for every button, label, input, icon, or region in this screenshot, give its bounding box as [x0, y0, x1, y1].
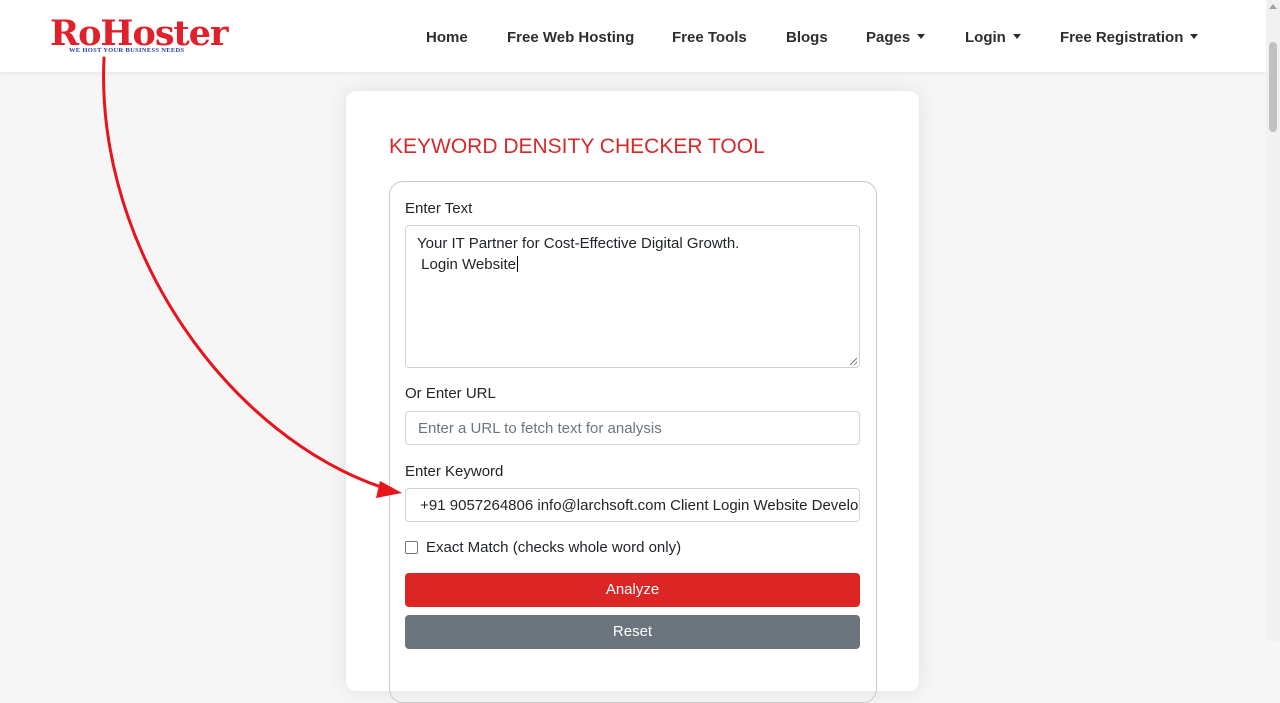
keyword-value: +91 9057264806 info@larchsoft.com Client… [416, 497, 860, 514]
scroll-up-arrow-icon[interactable] [1269, 4, 1277, 9]
nav-free-registration-dropdown[interactable]: Free Registration [1060, 29, 1199, 49]
caret-down-icon [917, 34, 926, 39]
logo-tagline: WE HOST YOUR BUSINESS NEEDS [69, 47, 185, 54]
nav-free-registration-label: Free Registration [1060, 29, 1184, 46]
exact-match-label[interactable]: Exact Match (checks whole word only) [426, 539, 681, 556]
exact-match-checkbox[interactable] [405, 541, 418, 554]
reset-button[interactable]: Reset [405, 615, 860, 649]
page-scrollbar[interactable] [1266, 0, 1280, 641]
nav-pages-dropdown[interactable]: Pages [866, 29, 926, 49]
keyword-input[interactable]: +91 9057264806 info@larchsoft.com Client… [405, 488, 860, 522]
nav-login-label: Login [965, 29, 1006, 46]
text-input-area[interactable]: Your IT Partner for Cost-Effective Digit… [405, 225, 860, 368]
text-cursor [516, 256, 518, 272]
scrollbar-thumb[interactable] [1269, 42, 1277, 132]
nav-home-label: Home [426, 29, 468, 46]
nav-free-tools-label: Free Tools [672, 29, 747, 46]
nav-free-web-hosting-label: Free Web Hosting [507, 29, 635, 46]
keyword-form: Enter Text Your IT Partner for Cost-Effe… [389, 181, 877, 703]
page-title: KEYWORD DENSITY CHECKER TOOL [389, 135, 765, 158]
url-input[interactable]: Enter a URL to fetch text for analysis [405, 411, 860, 445]
nav-login-dropdown[interactable]: Login [965, 29, 1021, 49]
caret-down-icon [1190, 34, 1199, 39]
logo[interactable]: RoHoster WE HOST YOUR BUSINESS NEEDS [50, 14, 230, 58]
analyze-button[interactable]: Analyze [405, 573, 860, 607]
url-placeholder: Enter a URL to fetch text for analysis [418, 420, 662, 437]
nav-pages-label: Pages [866, 29, 911, 46]
nav-free-web-hosting[interactable]: Free Web Hosting [507, 29, 634, 49]
resize-handle-icon[interactable] [850, 358, 857, 365]
text-line-1: Your IT Partner for Cost-Effective Digit… [417, 235, 740, 252]
url-label: Or Enter URL [405, 385, 496, 402]
nav-free-tools[interactable]: Free Tools [672, 29, 747, 49]
nav-blogs[interactable]: Blogs [786, 29, 828, 49]
tool-card: KEYWORD DENSITY CHECKER TOOL Enter Text … [346, 91, 919, 703]
nav-home[interactable]: Home [426, 29, 468, 49]
text-line-2: Login Website [417, 256, 518, 273]
caret-down-icon [1012, 34, 1021, 39]
navbar: RoHoster WE HOST YOUR BUSINESS NEEDS Hom… [0, 0, 1266, 72]
nav-blogs-label: Blogs [786, 29, 828, 46]
text-label: Enter Text [405, 200, 473, 217]
keyword-label: Enter Keyword [405, 463, 504, 480]
